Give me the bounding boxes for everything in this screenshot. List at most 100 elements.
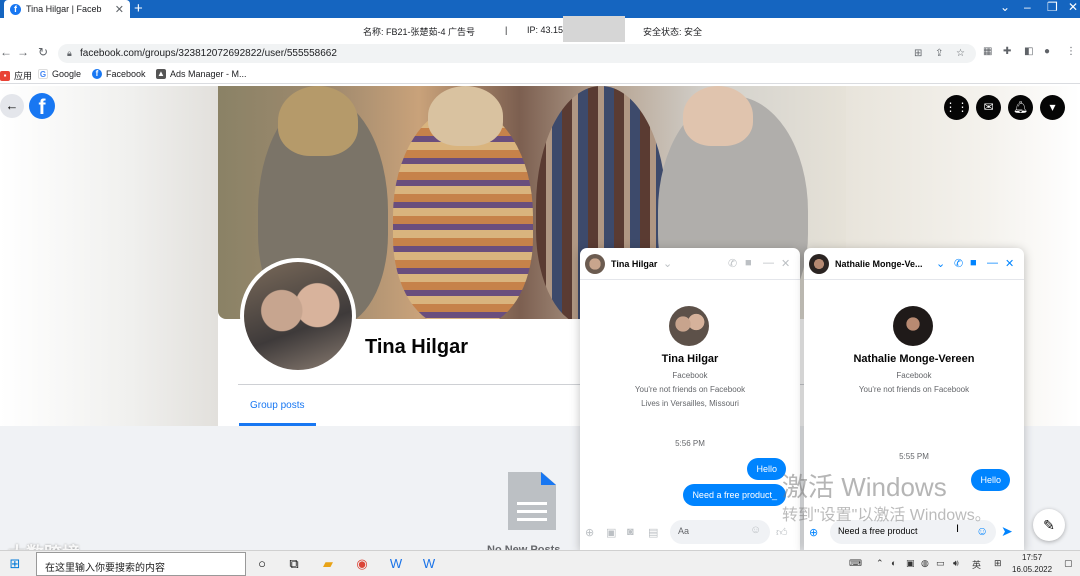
volume-icon[interactable]: 🔊︎ [953, 558, 959, 569]
ime-icon[interactable]: 英 [972, 558, 981, 571]
url-text: facebook.com/groups/323812072692822/user… [80, 48, 337, 59]
emoji-icon[interactable]: ☺ [750, 524, 761, 536]
draft-text: Need a free product [838, 526, 918, 536]
account-dropdown-icon[interactable]: ▾ [1040, 95, 1065, 120]
contact-name[interactable]: Tina Hilgar [580, 353, 800, 365]
start-icon[interactable]: ⊞ [6, 555, 24, 573]
contact-name[interactable]: Nathalie Monge-Vereen [804, 353, 1024, 365]
puzzle-icon[interactable]: ✚ [1003, 46, 1011, 57]
bookmark-label: 应用 [14, 71, 33, 81]
message-input[interactable]: Aa ☺ [670, 520, 770, 544]
windows-activation-subtitle: 转到"设置"以激活 Windows。 [782, 507, 991, 524]
forward-icon[interactable]: → [17, 45, 29, 59]
input-method-icon[interactable]: ⊞ [994, 558, 1002, 569]
address-row: ← → ↻ 🔒︎ facebook.com/groups/32381207269… [0, 42, 1080, 64]
taskbar-search-box[interactable]: 在这里输入你要搜索的内容 [36, 552, 246, 576]
add-icon[interactable]: ⊕ [585, 526, 594, 539]
notification-icon[interactable]: ▢ [1064, 558, 1073, 569]
ip-address: IP: 43.15 [527, 25, 564, 35]
video-icon[interactable]: ■ [745, 257, 752, 269]
cortana-icon[interactable]: ○ [253, 555, 271, 573]
profile-icon[interactable]: ● [1044, 46, 1050, 57]
back-arrow-icon[interactable]: ← [0, 94, 24, 118]
chrome-icon[interactable]: ◉ [353, 555, 371, 573]
close-window-icon[interactable]: ✕ [1068, 0, 1078, 14]
browser-tab[interactable]: f Tina Hilgar | Faceb ✕ [4, 0, 130, 18]
extension-icon[interactable]: ▦ [983, 46, 992, 57]
close-chat-icon[interactable]: ✕ [781, 257, 790, 270]
messenger-icon[interactable]: ✉ [976, 95, 1001, 120]
menu-grid-icon[interactable]: ⋮⋮ [944, 95, 969, 120]
restore-icon[interactable]: ❐ [1047, 0, 1058, 14]
bookmark-label: Google [52, 69, 82, 79]
tab-search-chevron-icon[interactable]: ⌄ [1000, 0, 1010, 14]
back-icon[interactable]: ← [0, 45, 12, 59]
message-bubble: Need a free product_ [683, 484, 786, 506]
friend-status: You're not friends on Facebook [858, 385, 970, 394]
tab-group-posts[interactable]: Group posts [250, 400, 304, 411]
phone-icon[interactable]: ✆ [728, 257, 737, 270]
chat-avatar[interactable] [585, 254, 605, 274]
translate-icon[interactable]: ⊞ [914, 48, 922, 59]
phone-icon[interactable]: ✆ [954, 257, 963, 270]
minimize-icon[interactable]: – [1024, 0, 1031, 14]
new-tab-button[interactable]: + [134, 0, 143, 17]
document-line [517, 502, 547, 505]
tab-close-icon[interactable]: ✕ [115, 3, 124, 16]
reload-icon[interactable]: ↻ [38, 45, 48, 59]
emoji-icon[interactable]: ☺ [976, 524, 988, 538]
clock-time: 17:57 [1022, 553, 1043, 562]
search-placeholder: 在这里输入你要搜索的内容 [45, 563, 165, 574]
minimize-chat-icon[interactable]: — [987, 257, 998, 269]
bookmark-star-icon[interactable]: ☆ [956, 48, 965, 59]
send-icon[interactable]: ➤ [1001, 523, 1013, 540]
contact-source: Facebook [672, 371, 708, 380]
input-placeholder: Aa [678, 526, 690, 536]
app-w2-icon[interactable]: W [420, 555, 438, 573]
chat-header[interactable]: Tina Hilgar ⌄ ✆ ■ — ✕ [580, 248, 800, 280]
tray-icon-2[interactable]: ▣ [906, 558, 915, 569]
like-icon[interactable]: 👍︎ [776, 526, 788, 539]
notifications-bell-icon[interactable]: 🔔︎ [1008, 95, 1033, 120]
contact-avatar[interactable] [893, 306, 933, 346]
tray-icon-3[interactable]: ◍ [921, 558, 929, 569]
chat-avatar[interactable] [809, 254, 829, 274]
gif-icon[interactable]: ▤ [648, 526, 658, 539]
bookmark-ads-manager[interactable]: ▲ Ads Manager - M... [156, 69, 247, 79]
add-circle-icon[interactable]: ⊕ [809, 526, 818, 539]
facebook-logo-icon[interactable]: f [29, 93, 55, 119]
bookmarks-bar: ▪ 应用 G Google f Facebook ▲ Ads Manager -… [0, 66, 1080, 84]
chevron-down-icon[interactable]: ⌄ [936, 257, 945, 270]
chat-title[interactable]: Nathalie Monge-Ve... [835, 259, 923, 269]
network-icon[interactable]: ▭ [936, 558, 945, 569]
chevron-down-icon[interactable]: ⌄ [663, 257, 672, 270]
task-view-icon[interactable]: ⧉ [285, 555, 303, 573]
video-icon[interactable]: ■ [970, 257, 977, 269]
chat-header[interactable]: Nathalie Monge-Ve... ⌄ ✆ ■ — ✕ [804, 248, 1024, 280]
contact-avatar[interactable] [669, 306, 709, 346]
keyboard-icon[interactable]: ⌨ [849, 558, 862, 569]
close-chat-icon[interactable]: ✕ [1005, 257, 1014, 270]
menu-icon[interactable]: ⋮ [1066, 46, 1076, 57]
app-w-icon[interactable]: W [387, 555, 405, 573]
tray-chevron-icon[interactable]: ⌃ [876, 558, 884, 569]
bookmark-facebook[interactable]: f Facebook [92, 69, 146, 79]
file-explorer-icon[interactable]: ▰ [319, 555, 337, 573]
side-panel-icon[interactable]: ◧ [1024, 46, 1033, 57]
new-message-icon[interactable]: ✎ [1033, 509, 1065, 541]
profile-name: Tina Hilgar [365, 336, 468, 358]
address-bar[interactable]: 🔒︎ facebook.com/groups/323812072692822/u… [58, 44, 976, 63]
profile-avatar[interactable] [240, 258, 356, 374]
bookmark-apps[interactable]: ▪ 应用 [0, 69, 32, 82]
system-clock[interactable]: 17:57 16.05.2022 [1012, 552, 1052, 576]
friend-status: You're not friends on Facebook [634, 385, 746, 394]
photo-icon[interactable]: ▣ [606, 526, 616, 539]
contact-source: Facebook [896, 371, 932, 380]
windows-taskbar: ⊞ 在这里输入你要搜索的内容 ○ ⧉ ▰ ◉ W W ⌨ ⌃ ◐ ▣ ◍ ▭ 🔊… [0, 550, 1080, 576]
chat-title[interactable]: Tina Hilgar [611, 259, 657, 269]
sticker-icon[interactable]: ◙ [627, 526, 634, 538]
minimize-chat-icon[interactable]: — [763, 257, 774, 269]
bookmark-google[interactable]: G Google [38, 69, 81, 79]
tray-icon-1[interactable]: ◐ [891, 558, 896, 568]
share-icon[interactable]: ⇪ [935, 48, 943, 59]
